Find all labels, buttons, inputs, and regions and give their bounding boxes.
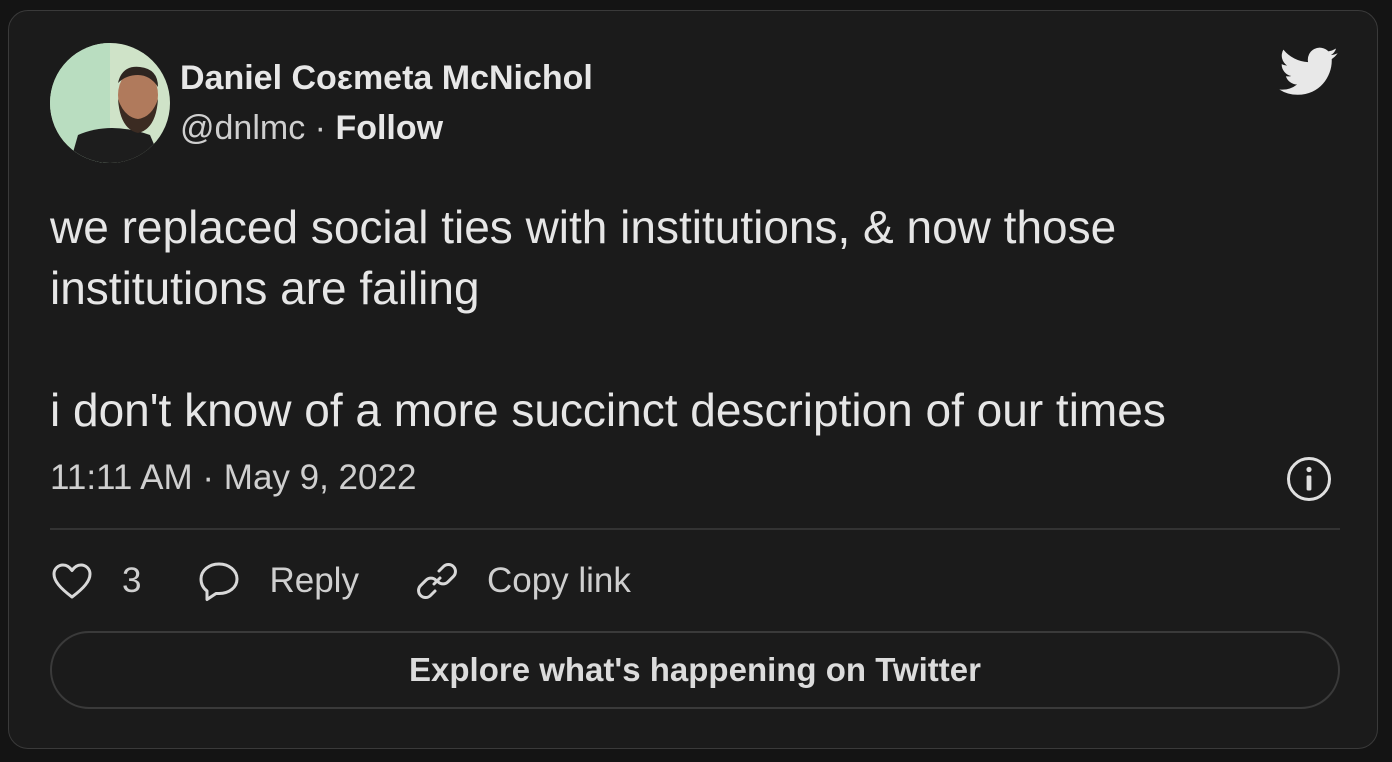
author-meta: @dnlmc · Follow xyxy=(180,108,443,148)
follow-button[interactable]: Follow xyxy=(335,109,443,147)
heart-icon xyxy=(52,563,92,599)
tweet-line: i don't know of a more succinct descript… xyxy=(50,384,1166,436)
avatar[interactable] xyxy=(50,43,170,163)
timestamp[interactable]: 11:11 AM · May 9, 2022 xyxy=(50,457,416,499)
like-count: 3 xyxy=(122,561,142,600)
author-name[interactable]: Daniel Coεmeta McNichol xyxy=(180,58,593,98)
explore-twitter-button[interactable]: Explore what's happening on Twitter xyxy=(50,631,1340,709)
action-bar: 3 Reply Copy link xyxy=(50,556,687,606)
divider xyxy=(50,528,1340,530)
tweet-line: we replaced social ties with institution… xyxy=(50,201,1117,253)
info-icon[interactable] xyxy=(1285,455,1333,503)
twitter-bird-icon[interactable] xyxy=(1279,47,1339,99)
tweet-card: Daniel Coεmeta McNichol @dnlmc · Follow … xyxy=(8,10,1378,749)
link-icon xyxy=(417,563,457,599)
tweet-paragraph-gap xyxy=(50,319,1340,380)
tweet-text: we replaced social ties with institution… xyxy=(50,197,1340,441)
meta-separator: · xyxy=(314,109,326,147)
reply-label: Reply xyxy=(269,561,359,600)
author-handle[interactable]: @dnlmc xyxy=(180,109,305,147)
reply-button[interactable]: Reply xyxy=(197,560,359,602)
like-button[interactable]: 3 xyxy=(50,560,141,602)
copy-link-label: Copy link xyxy=(486,561,631,600)
speech-bubble-icon xyxy=(199,562,239,601)
copy-link-button[interactable]: Copy link xyxy=(415,559,631,603)
tweet-line: institutions are failing xyxy=(50,262,480,314)
